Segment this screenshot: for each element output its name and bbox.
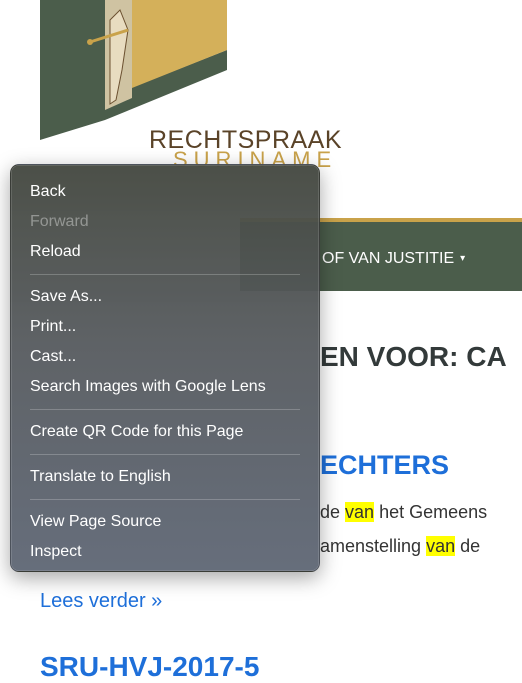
read-more-link[interactable]: Lees verder » (40, 590, 162, 613)
result-title-link[interactable]: ECHTERS (320, 450, 449, 481)
menu-separator (30, 409, 300, 410)
menu-item-print[interactable]: Print... (11, 312, 319, 342)
menu-item-cast[interactable]: Cast... (11, 342, 319, 372)
menu-item-view-page-source[interactable]: View Page Source (11, 507, 319, 537)
snippet-text: amenstelling (320, 536, 427, 556)
nav-item-hof-van-justitie[interactable]: OF VAN JUSTITIE ▾ (322, 250, 465, 268)
menu-item-forward: Forward (30, 213, 89, 230)
snippet-text: het Gemeens (374, 502, 488, 522)
snippet-text: de (455, 536, 481, 556)
menu-separator (30, 499, 300, 500)
menu-item-search-images-google-lens[interactable]: Search Images with Google Lens (11, 372, 319, 402)
nav-item-label: OF VAN JUSTITIE (322, 250, 455, 267)
browser-context-menu: Back Forward Reload Save As... Print... … (10, 164, 320, 572)
dropdown-caret-icon: ▾ (460, 253, 466, 264)
menu-item-create-qr-code[interactable]: Create QR Code for this Page (11, 417, 319, 447)
menu-item-reload[interactable]: Reload (11, 237, 319, 267)
result-snippet-line-1: de van het Gemeens (320, 502, 487, 523)
search-highlight: van (426, 536, 456, 556)
page-heading: EN VOOR: CA (320, 341, 507, 372)
menu-item-back[interactable]: Back (11, 177, 319, 207)
site-logo[interactable]: RECHTSPRAAK SURINAME (40, 0, 342, 172)
menu-separator (30, 274, 300, 275)
snippet-text: de (320, 502, 346, 522)
menu-item-translate[interactable]: Translate to English (11, 462, 319, 492)
result-snippet-line-2: amenstelling van de (320, 536, 480, 557)
menu-separator (30, 454, 300, 455)
next-result-title-link[interactable]: SRU-HVJ-2017-5 (40, 651, 259, 683)
menu-item-inspect[interactable]: Inspect (11, 537, 319, 567)
menu-item-save-as[interactable]: Save As... (11, 282, 319, 312)
search-highlight: van (345, 502, 375, 522)
